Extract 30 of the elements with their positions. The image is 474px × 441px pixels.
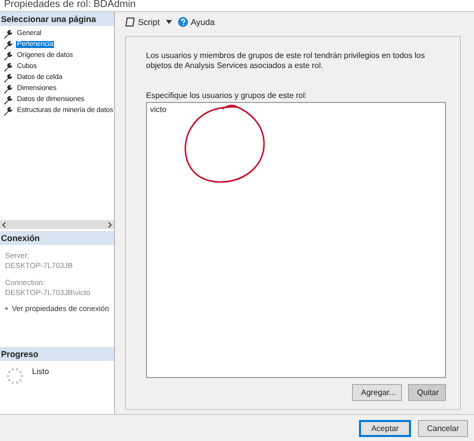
- wrench-icon: [3, 106, 13, 116]
- progress-status: Listo: [32, 367, 49, 378]
- section-header: Progreso: [0, 347, 114, 361]
- add-button[interactable]: Agregar...: [352, 384, 402, 401]
- wrench-icon: [3, 50, 13, 60]
- dropdown-caret-icon[interactable]: [166, 20, 172, 24]
- members-label: Especifique los usuarios y grupos de este rol:: [146, 91, 308, 100]
- wrench-icon: [3, 84, 13, 94]
- cancel-button[interactable]: Cancelar: [418, 420, 468, 436]
- wrench-icon: [3, 94, 13, 104]
- scroll-right-icon[interactable]: [108, 222, 112, 228]
- remove-button[interactable]: Quitar: [408, 384, 446, 401]
- script-icon: [125, 17, 135, 27]
- horizontal-scrollbar[interactable]: [0, 220, 114, 229]
- window-title: Propiedades de rol: BDAdmin: [4, 0, 136, 9]
- wrench-icon: [3, 72, 13, 82]
- ok-button[interactable]: Aceptar: [359, 420, 411, 436]
- script-button[interactable]: Script: [125, 17, 160, 27]
- wrench-icon: [3, 62, 13, 72]
- section-header: Seleccionar una página: [0, 12, 114, 26]
- help-icon: [178, 17, 188, 27]
- section-header: Conexión: [0, 231, 114, 245]
- member-item[interactable]: victo: [150, 105, 442, 114]
- wrench-icon: [3, 40, 13, 50]
- progress-spinner-icon: [6, 367, 24, 385]
- members-list[interactable]: victo: [146, 102, 446, 378]
- description-text: Los usuarios y miembros de grupos de este rol tendrán privilegios en todos los objetos de Analysis Services asociados a este rol.: [146, 51, 426, 71]
- help-button[interactable]: Ayuda: [178, 17, 215, 27]
- wrench-icon: [3, 28, 13, 38]
- scroll-left-icon[interactable]: [2, 222, 6, 228]
